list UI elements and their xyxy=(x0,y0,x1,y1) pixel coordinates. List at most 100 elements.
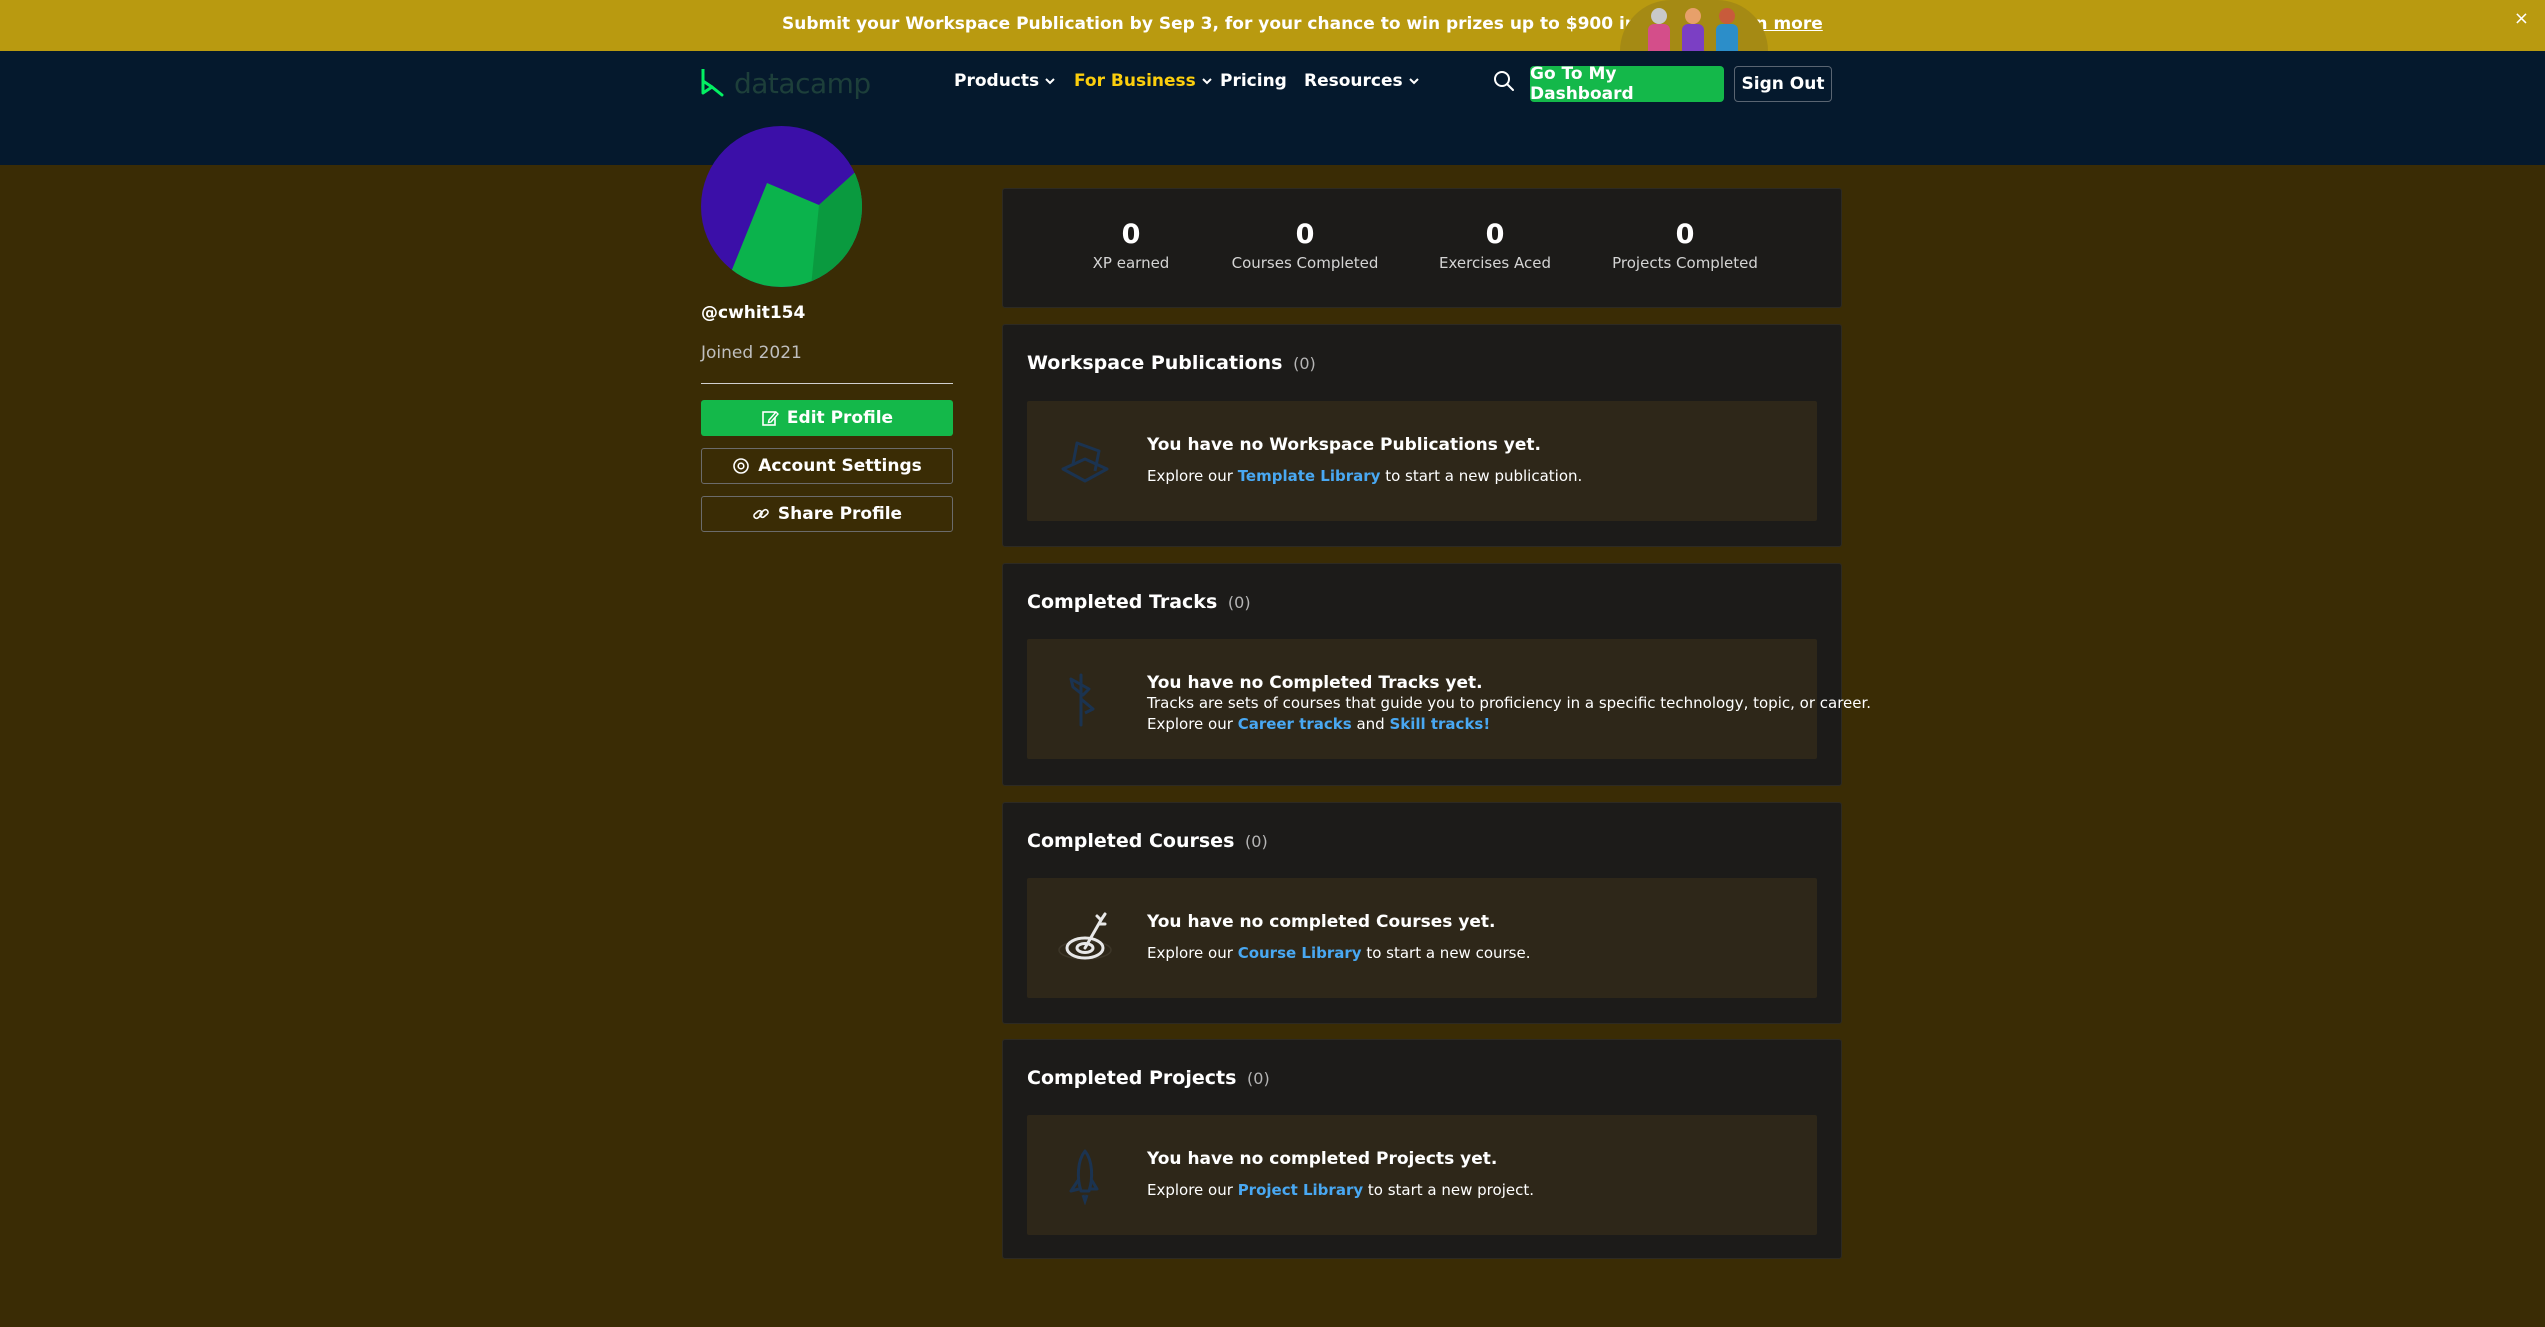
edit-icon xyxy=(762,410,779,426)
close-icon[interactable]: × xyxy=(2514,8,2529,29)
avatar xyxy=(701,126,862,287)
chevron-down-icon xyxy=(1202,78,1212,85)
signpost-icon xyxy=(1069,673,1095,727)
template-library-link[interactable]: Template Library xyxy=(1238,467,1381,485)
workspace-publications-section: Workspace Publications (0) You have no W… xyxy=(1002,324,1842,547)
desc-text: to start a new project. xyxy=(1363,1181,1534,1199)
empty-state: You have no completed Courses yet. Explo… xyxy=(1027,878,1817,998)
desc-text: Explore our xyxy=(1147,467,1238,485)
section-title-text: Workspace Publications xyxy=(1027,352,1283,374)
banner-illustration xyxy=(1620,0,1768,51)
section-title-text: Completed Tracks xyxy=(1027,591,1218,613)
empty-state-title: You have no Workspace Publications yet. xyxy=(1147,435,1541,455)
section-title: Workspace Publications (0) xyxy=(1027,352,1316,374)
section-title-text: Completed Courses xyxy=(1027,830,1235,852)
section-count: (0) xyxy=(1245,832,1268,851)
person-illustration-3 xyxy=(1714,4,1740,51)
chevron-down-icon xyxy=(1408,78,1419,85)
logo-wordmark: datacamp xyxy=(734,66,871,100)
stat-value: 0 xyxy=(1485,219,1505,250)
search-icon[interactable] xyxy=(1492,69,1516,93)
person-illustration-1 xyxy=(1646,4,1672,51)
desc-text: to start a new publication. xyxy=(1380,467,1583,485)
chevron-down-icon xyxy=(1045,78,1055,85)
skill-tracks-link[interactable]: Skill tracks xyxy=(1389,715,1483,733)
share-profile-button[interactable]: Share Profile xyxy=(701,496,953,532)
desc-text: ! xyxy=(1483,715,1491,733)
empty-state-title: You have no completed Projects yet. xyxy=(1147,1149,1498,1169)
stat-label: Projects Completed xyxy=(1612,254,1758,272)
section-title: Completed Tracks (0) xyxy=(1027,591,1251,613)
section-count: (0) xyxy=(1227,593,1251,612)
desc-text: and xyxy=(1351,715,1390,733)
stat-xp-earned: 0 XP earned xyxy=(1031,219,1231,272)
account-settings-button[interactable]: Account Settings xyxy=(701,448,953,484)
section-title: Completed Courses (0) xyxy=(1027,830,1268,852)
announcement-banner: Submit your Workspace Publication by Sep… xyxy=(0,0,2545,51)
banner-text: Submit your Workspace Publication by Sep… xyxy=(782,14,1702,34)
empty-state-description: Explore our Template Library to start a … xyxy=(1147,466,1582,487)
stats-card: 0 XP earned 0 Courses Completed 0 Exerci… xyxy=(1002,188,1842,308)
sign-out-button[interactable]: Sign Out xyxy=(1734,66,1832,102)
nav-resources[interactable]: Resources xyxy=(1304,71,1420,91)
profile-username: @cwhit154 xyxy=(701,303,806,323)
desc-text: Explore our xyxy=(1147,1181,1238,1199)
empty-state-description: Explore our Project Library to start a n… xyxy=(1147,1180,1534,1201)
desc-text: Explore our xyxy=(1147,944,1238,962)
stat-courses-completed: 0 Courses Completed xyxy=(1205,219,1405,272)
profile-joined-date: Joined 2021 xyxy=(701,343,802,363)
share-profile-label: Share Profile xyxy=(777,504,903,524)
nav-for-business[interactable]: For Business xyxy=(1074,71,1213,91)
link-icon xyxy=(753,508,769,520)
section-count: (0) xyxy=(1247,1069,1270,1088)
nav-products-label: Products xyxy=(954,71,1040,91)
edit-profile-label: Edit Profile xyxy=(786,408,894,428)
nav-products[interactable]: Products xyxy=(954,71,1056,91)
datacamp-logo[interactable]: datacamp xyxy=(700,63,880,103)
stat-value: 0 xyxy=(1295,219,1315,250)
account-settings-label: Account Settings xyxy=(758,456,922,476)
stat-label: Exercises Aced xyxy=(1439,254,1551,272)
avatar-graphic xyxy=(701,126,862,287)
profile-divider xyxy=(701,383,953,384)
datacamp-logo-icon xyxy=(701,69,724,97)
go-to-dashboard-button[interactable]: Go To My Dashboard xyxy=(1530,64,1724,104)
edit-profile-button[interactable]: Edit Profile xyxy=(701,400,953,436)
section-count: (0) xyxy=(1293,354,1316,373)
empty-state-description: Tracks are sets of courses that guide yo… xyxy=(1147,693,1871,735)
laptop-icon xyxy=(1061,441,1109,483)
stat-projects-completed: 0 Projects Completed xyxy=(1585,219,1785,272)
nav-for-business-label: For Business xyxy=(1074,71,1196,91)
gear-icon xyxy=(733,458,750,474)
empty-state-title: You have no Completed Tracks yet. xyxy=(1147,673,1483,693)
empty-state: You have no completed Projects yet. Expl… xyxy=(1027,1115,1817,1235)
completed-tracks-section: Completed Tracks (0) You have no Complet… xyxy=(1002,563,1871,786)
completed-projects-section: Completed Projects (0) You have no compl… xyxy=(1002,1039,1842,1259)
tracks-description: Tracks are sets of courses that guide yo… xyxy=(1147,694,1872,712)
empty-state-description: Explore our Course Library to start a ne… xyxy=(1147,943,1531,964)
desc-text: Explore our xyxy=(1147,715,1238,733)
course-library-link[interactable]: Course Library xyxy=(1238,944,1362,962)
person-illustration-2 xyxy=(1680,4,1706,51)
section-title-text: Completed Projects xyxy=(1027,1067,1237,1089)
stat-value: 0 xyxy=(1121,219,1141,250)
rocket-icon xyxy=(1069,1149,1099,1205)
top-navigation: datacamp Products For Business Pricing R… xyxy=(0,51,2545,165)
stat-value: 0 xyxy=(1675,219,1695,250)
nav-resources-label: Resources xyxy=(1304,71,1403,91)
stat-exercises-aced: 0 Exercises Aced xyxy=(1395,219,1595,272)
career-tracks-link[interactable]: Career tracks xyxy=(1238,715,1352,733)
empty-state: You have no Completed Tracks yet. Tracks… xyxy=(1027,639,1871,759)
nav-pricing[interactable]: Pricing xyxy=(1220,71,1287,91)
nav-pricing-label: Pricing xyxy=(1220,71,1287,91)
target-arrow-icon xyxy=(1058,912,1112,960)
project-library-link[interactable]: Project Library xyxy=(1238,1181,1363,1199)
completed-courses-section: Completed Courses (0) You have no comple… xyxy=(1002,802,1842,1024)
empty-state: You have no Workspace Publications yet. … xyxy=(1027,401,1817,521)
section-title: Completed Projects (0) xyxy=(1027,1067,1270,1089)
desc-text: to start a new course. xyxy=(1361,944,1531,962)
tracks-explore-line: Explore our Career tracks and Skill trac… xyxy=(1147,714,1871,735)
empty-state-title: You have no completed Courses yet. xyxy=(1147,912,1496,932)
stat-label: Courses Completed xyxy=(1231,254,1379,272)
stat-label: XP earned xyxy=(1092,254,1170,272)
